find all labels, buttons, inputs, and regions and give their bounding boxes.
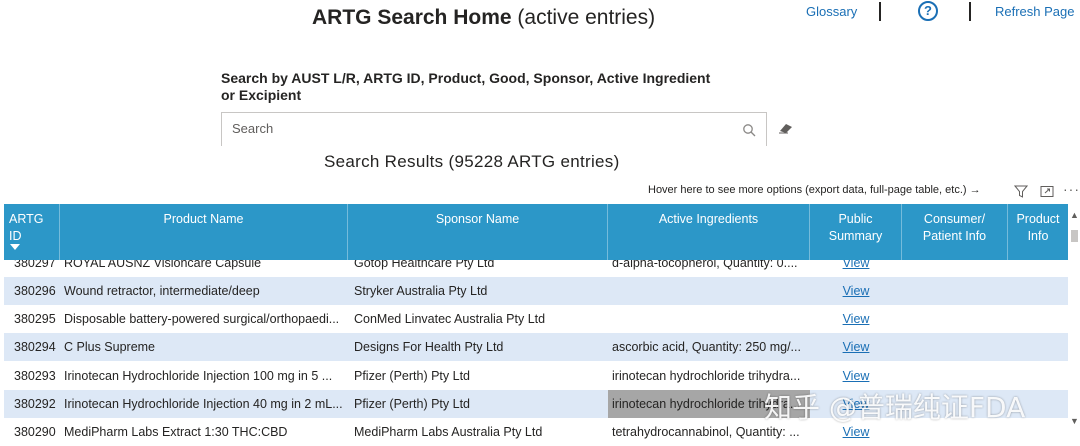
cell-product-name: MediPharm Labs Extract 1:30 THC:CBD (64, 425, 288, 439)
cell-product-name: C Plus Supreme (64, 340, 156, 354)
cell-sponsor-name: Stryker Australia Pty Ltd (354, 284, 488, 298)
col-public-summary[interactable]: Public Summary (810, 204, 902, 260)
col-product-info[interactable]: Product Info (1008, 204, 1068, 260)
scroll-up-icon[interactable]: ▲ (1070, 210, 1079, 220)
divider (879, 2, 881, 21)
page-title-sub: (active entries) (511, 6, 656, 29)
filter-icon[interactable] (1014, 185, 1028, 198)
view-link[interactable]: View (810, 260, 902, 277)
more-options-icon[interactable]: ··· (1063, 181, 1080, 197)
cell-artg-id: 380293 (14, 369, 56, 383)
page-title-main: ARTG Search Home (312, 6, 512, 29)
glossary-link[interactable]: Glossary (806, 4, 857, 19)
eraser-icon[interactable] (778, 122, 794, 134)
cell-sponsor-name: Gotop Healthcare Pty Ltd (354, 260, 495, 270)
table-row[interactable]: 380294 C Plus Supreme Designs For Health… (4, 333, 1068, 361)
refresh-page-link[interactable]: Refresh Page (995, 4, 1075, 19)
cell-artg-id: 380292 (14, 397, 56, 411)
search-box (221, 112, 767, 146)
cell-artg-id: 380290 (14, 425, 56, 439)
cell-artg-id: 380296 (14, 284, 56, 298)
results-title: Search Results (95228 ARTG entries) (324, 152, 620, 171)
cell-product-name: Irinotecan Hydrochloride Injection 40 mg… (64, 397, 343, 411)
focus-mode-icon[interactable] (1040, 185, 1054, 198)
table-row[interactable]: 380296 Wound retractor, intermediate/dee… (4, 277, 1068, 305)
cell-product-name: Irinotecan Hydrochloride Injection 100 m… (64, 369, 333, 383)
cell-sponsor-name: Pfizer (Perth) Pty Ltd (354, 369, 471, 383)
col-product-name[interactable]: Product Name (60, 204, 348, 260)
col-consumer-patient-info[interactable]: Consumer/ Patient Info (902, 204, 1008, 260)
cell-active-ingredients: d-alpha-tocopherol, Quantity: 0.... (612, 260, 798, 270)
cell-active-ingredients: ascorbic acid, Quantity: 250 mg/... (612, 340, 801, 354)
cell-sponsor-name: Designs For Health Pty Ltd (354, 340, 504, 354)
col-sponsor-name[interactable]: Sponsor Name (348, 204, 608, 260)
divider (969, 2, 971, 21)
cell-sponsor-name: MediPharm Labs Australia Pty Ltd (354, 425, 543, 439)
scroll-thumb[interactable] (1071, 230, 1078, 242)
cell-artg-id: 380295 (14, 312, 56, 326)
cell-sponsor-name: Pfizer (Perth) Pty Ltd (354, 397, 471, 411)
watermark: 知乎 @普瑞纯证FDA (764, 391, 1026, 424)
cell-artg-id: 380297 (14, 260, 56, 270)
help-icon[interactable]: ? (918, 1, 938, 21)
view-link[interactable]: View (810, 305, 902, 333)
cell-sponsor-name: ConMed Linvatec Australia Pty Ltd (354, 312, 546, 326)
cell-product-name: Disposable battery-powered surgical/orth… (64, 312, 340, 326)
table-header: ARTG ID Product Name Sponsor Name Active… (4, 204, 1068, 260)
view-link[interactable]: View (810, 333, 902, 361)
scroll-down-icon[interactable]: ▼ (1070, 416, 1079, 426)
search-label: Search by AUST L/R, ARTG ID, Product, Go… (221, 70, 711, 103)
table-row[interactable]: 380297 ROYAL AUSNZ Visioncare Capsule Go… (4, 260, 1068, 277)
cell-active-ingredients (612, 305, 808, 333)
sort-desc-icon[interactable] (10, 244, 20, 250)
cell-product-name: Wound retractor, intermediate/deep (64, 284, 260, 298)
more-options-hint[interactable]: Hover here to see more options (export d… (648, 184, 981, 196)
search-icon[interactable] (742, 123, 756, 137)
cell-product-name: ROYAL AUSNZ Visioncare Capsule (64, 260, 262, 270)
search-input[interactable] (232, 121, 732, 136)
cell-active-ingredients (612, 277, 808, 305)
col-active-ingredients[interactable]: Active Ingredients (608, 204, 810, 260)
cell-artg-id: 380294 (14, 340, 56, 354)
table-row[interactable]: 380295 Disposable battery-powered surgic… (4, 305, 1068, 333)
view-link[interactable]: View (810, 277, 902, 305)
col-artg-id[interactable]: ARTG ID (4, 204, 60, 260)
page-title: ARTG Search Home (active entries) (312, 6, 655, 30)
